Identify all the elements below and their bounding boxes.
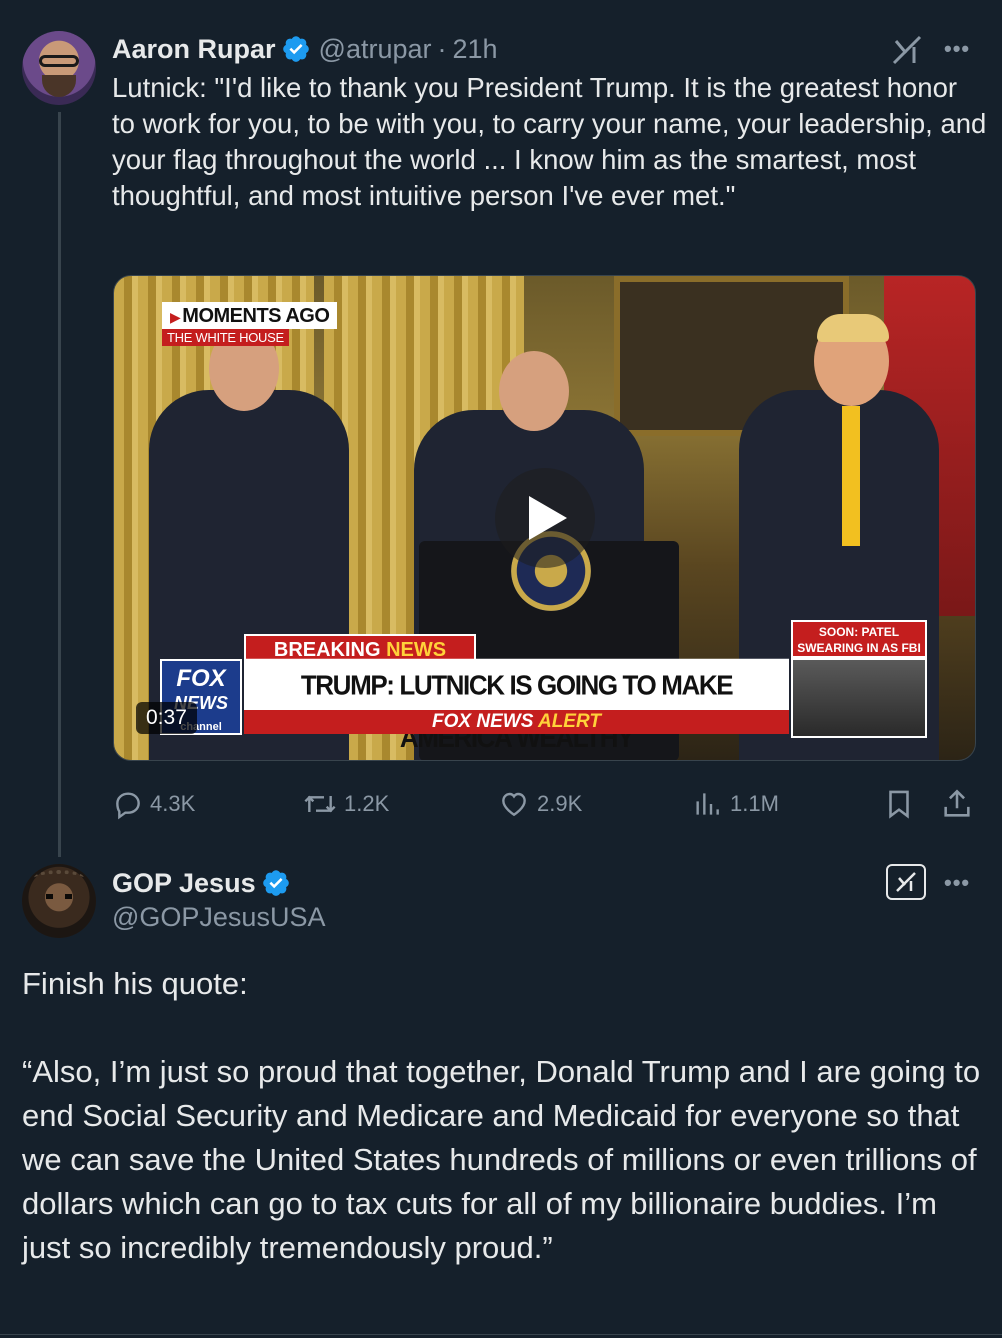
- avatar-crown-of-thorns: [34, 870, 84, 886]
- repost-button[interactable]: 1.2K: [302, 785, 389, 823]
- tweet-text-intro: Finish his quote:: [22, 966, 248, 1001]
- avatar-glasses: [39, 55, 79, 67]
- tweet-text-quote: “Also, I’m just so proud that together, …: [22, 1054, 981, 1265]
- fox-news-alert: FOX NEWS ALERT: [244, 710, 789, 734]
- author-display-name[interactable]: GOP Jesus: [112, 868, 256, 899]
- like-count: 2.9K: [537, 791, 583, 816]
- tweet-text: Finish his quote: “Also, I’m just so pro…: [22, 962, 984, 1270]
- play-icon: [529, 496, 567, 540]
- bookmark-button[interactable]: [882, 785, 922, 823]
- avatar-beard: [42, 75, 76, 97]
- tweet-header: GOP Jesus: [112, 864, 291, 902]
- person-right-hair: [817, 314, 889, 342]
- author-avatar[interactable]: [22, 31, 96, 105]
- tweet-text: Lutnick: "I'd like to thank you Presiden…: [112, 72, 987, 211]
- chyron-location: THE WHITE HOUSE: [162, 329, 289, 346]
- video-duration: 0:37: [136, 702, 197, 734]
- author-handle[interactable]: @GOPJesusUSA: [112, 902, 325, 933]
- reply-icon: [116, 792, 140, 820]
- share-button[interactable]: [940, 785, 980, 823]
- tweet-timestamp[interactable]: 21h: [453, 34, 498, 65]
- separator-dot: ·: [437, 33, 447, 64]
- grok-icon[interactable]: [890, 33, 924, 65]
- verified-badge-icon[interactable]: [261, 868, 291, 898]
- yellow-tie: [842, 406, 860, 546]
- like-icon: [502, 792, 526, 817]
- more-icon[interactable]: •••: [944, 36, 970, 62]
- news-headline: TRUMP: LUTNICK IS GOING TO MAKE AMERICA …: [244, 658, 789, 753]
- view-count: 1.1M: [730, 791, 779, 816]
- author-display-name[interactable]: Aaron Rupar: [112, 34, 276, 65]
- play-button[interactable]: [495, 468, 595, 568]
- bookmark-icon: [889, 790, 909, 819]
- tweet-actions: 4.3K 1.2K 2.9K 1.1M: [112, 785, 980, 823]
- verified-badge-icon[interactable]: [281, 34, 311, 64]
- repost-count: 1.2K: [344, 791, 390, 816]
- thread-connector-line: [58, 112, 61, 857]
- views-button[interactable]: 1.1M: [690, 785, 779, 823]
- share-icon: [944, 789, 970, 817]
- reply-button[interactable]: 4.3K: [112, 785, 195, 823]
- repost-icon: [304, 795, 336, 813]
- reply-count: 4.3K: [150, 791, 196, 816]
- chyron-moments-ago: ▶ MOMENTS AGO: [162, 302, 338, 329]
- views-icon: [696, 793, 719, 815]
- upcoming-segment-thumbnail: [791, 658, 927, 738]
- like-button[interactable]: 2.9K: [497, 785, 582, 823]
- author-avatar[interactable]: [22, 864, 96, 938]
- upcoming-segment-label: SOON: PATEL SWEARING IN AS FBI DIRECTOR: [791, 620, 927, 671]
- tweet-header: Aaron Rupar @atrupar · 21h: [112, 30, 498, 68]
- person-center-head: [499, 351, 569, 431]
- more-icon[interactable]: •••: [944, 870, 970, 896]
- timeline: Aaron Rupar @atrupar · 21h ••• Lutnick: …: [0, 0, 1002, 1338]
- author-handle[interactable]: @atrupar: [319, 34, 432, 65]
- video-player[interactable]: ▶ MOMENTS AGO THE WHITE HOUSE BREAKING NE…: [113, 275, 976, 761]
- grok-icon: [896, 872, 916, 892]
- divider: [0, 1334, 1002, 1335]
- grok-button[interactable]: [886, 864, 926, 900]
- avatar-eyes: [46, 894, 72, 899]
